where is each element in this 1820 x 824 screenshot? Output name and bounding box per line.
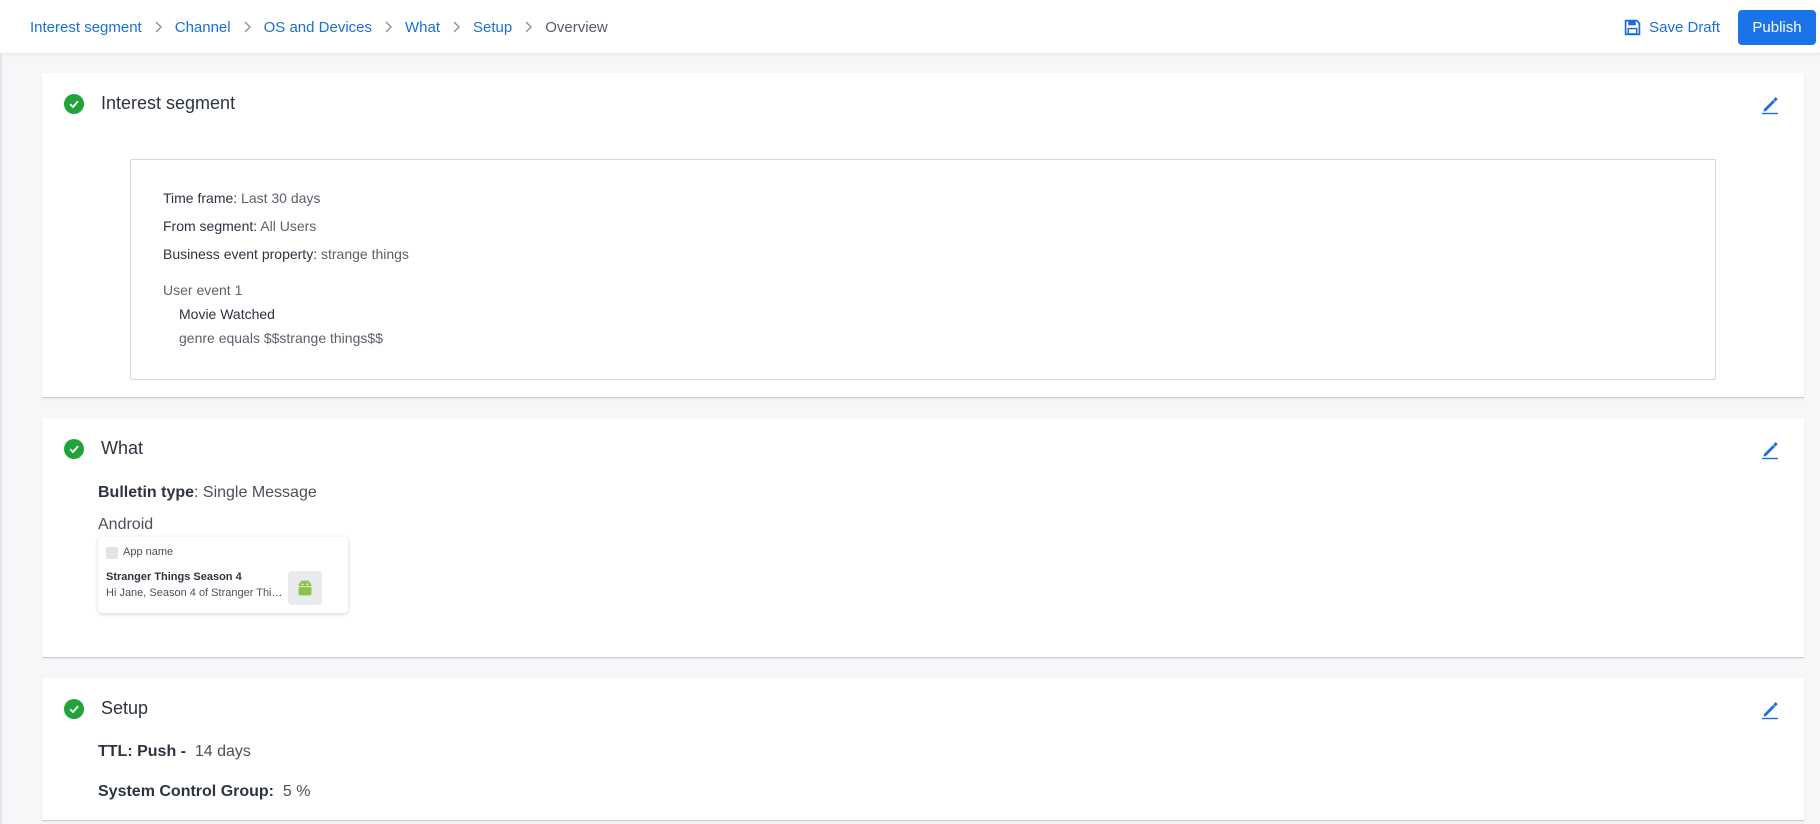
setup-card: Setup TTL: Push - 14 days System Control… — [42, 678, 1804, 821]
ttl-push-value: 14 days — [194, 743, 251, 760]
control-group-row: System Control Group: 5 % — [98, 783, 310, 801]
business-event-label: Business event property: — [163, 246, 318, 262]
pencil-edit-icon[interactable] — [1760, 700, 1780, 720]
notification-title: Stranger Things Season 4 — [106, 571, 242, 583]
what-card: What Bulletin type: Single Message Andro… — [42, 418, 1804, 658]
card-title: Interest segment — [101, 93, 236, 113]
breadcrumb-overview: Overview — [545, 18, 608, 36]
floppy-disk-icon — [1624, 19, 1641, 35]
from-segment-row: From segment: All Users — [163, 218, 316, 234]
breadcrumb-what[interactable]: What — [405, 19, 440, 36]
chevron-right-icon — [243, 21, 252, 33]
card-header: What — [64, 438, 143, 459]
header-actions: Save Draft Publish — [1624, 0, 1820, 54]
app-name: App name — [123, 546, 174, 558]
segment-summary-box: Time frame: Last 30 days From segment: A… — [130, 159, 1716, 380]
card-header: Interest segment — [64, 93, 235, 114]
breadcrumb-channel[interactable]: Channel — [175, 19, 231, 36]
publish-button[interactable]: Publish — [1738, 9, 1816, 45]
card-title: Setup — [101, 698, 149, 718]
interest-segment-card: Interest segment Time frame: Last 30 day… — [42, 73, 1804, 398]
control-group-value: 5 % — [282, 783, 311, 800]
save-draft-label: Save Draft — [1649, 18, 1720, 36]
top-bar: Interest segment Channel OS and Devices … — [0, 0, 1820, 54]
chevron-right-icon — [384, 21, 393, 33]
chevron-right-icon — [524, 21, 533, 33]
bulletin-type-label: Bulletin type — [98, 484, 195, 501]
ttl-push-row: TTL: Push - 14 days — [98, 743, 251, 761]
android-icon — [288, 571, 322, 605]
app-icon-placeholder — [106, 547, 118, 559]
check-circle-icon — [64, 438, 84, 459]
from-segment-value: All Users — [260, 218, 317, 234]
chevron-right-icon — [154, 21, 163, 33]
time-frame-row: Time frame: Last 30 days — [163, 190, 320, 206]
platform-label: Android — [98, 516, 154, 533]
breadcrumb-setup[interactable]: Setup — [473, 19, 512, 36]
pencil-edit-icon[interactable] — [1760, 95, 1780, 115]
notification-body: Hi Jane, Season 4 of Stranger Things is … — [106, 587, 286, 599]
time-frame-label: Time frame: — [163, 190, 238, 206]
check-circle-icon — [64, 93, 84, 114]
breadcrumb: Interest segment Channel OS and Devices … — [30, 0, 608, 54]
left-edge-border — [0, 0, 2, 824]
pencil-edit-icon[interactable] — [1760, 440, 1780, 460]
control-group-label: System Control Group: — [98, 783, 275, 800]
save-draft-button[interactable]: Save Draft — [1624, 19, 1720, 36]
business-event-value: strange things — [320, 246, 409, 262]
breadcrumb-os-and-devices[interactable]: OS and Devices — [264, 19, 372, 36]
from-segment-label: From segment: — [163, 218, 258, 234]
time-frame-value: Last 30 days — [241, 190, 321, 206]
user-event-label: User event 1 — [163, 282, 243, 298]
chevron-right-icon — [452, 21, 461, 33]
ttl-push-label: TTL: Push - — [98, 743, 186, 760]
event-condition: genre equals $$strange things$$ — [179, 330, 383, 346]
card-title: What — [101, 438, 144, 458]
card-header: Setup — [64, 698, 148, 719]
event-name: Movie Watched — [179, 306, 275, 322]
bulletin-type-value: : Single Message — [194, 484, 317, 501]
android-notification-preview: App name Stranger Things Season 4 Hi Jan… — [98, 537, 348, 613]
breadcrumb-interest-segment[interactable]: Interest segment — [30, 19, 142, 36]
bulletin-type-row: Bulletin type: Single Message — [98, 484, 317, 502]
check-circle-icon — [64, 698, 84, 719]
business-event-row: Business event property: strange things — [163, 246, 409, 262]
